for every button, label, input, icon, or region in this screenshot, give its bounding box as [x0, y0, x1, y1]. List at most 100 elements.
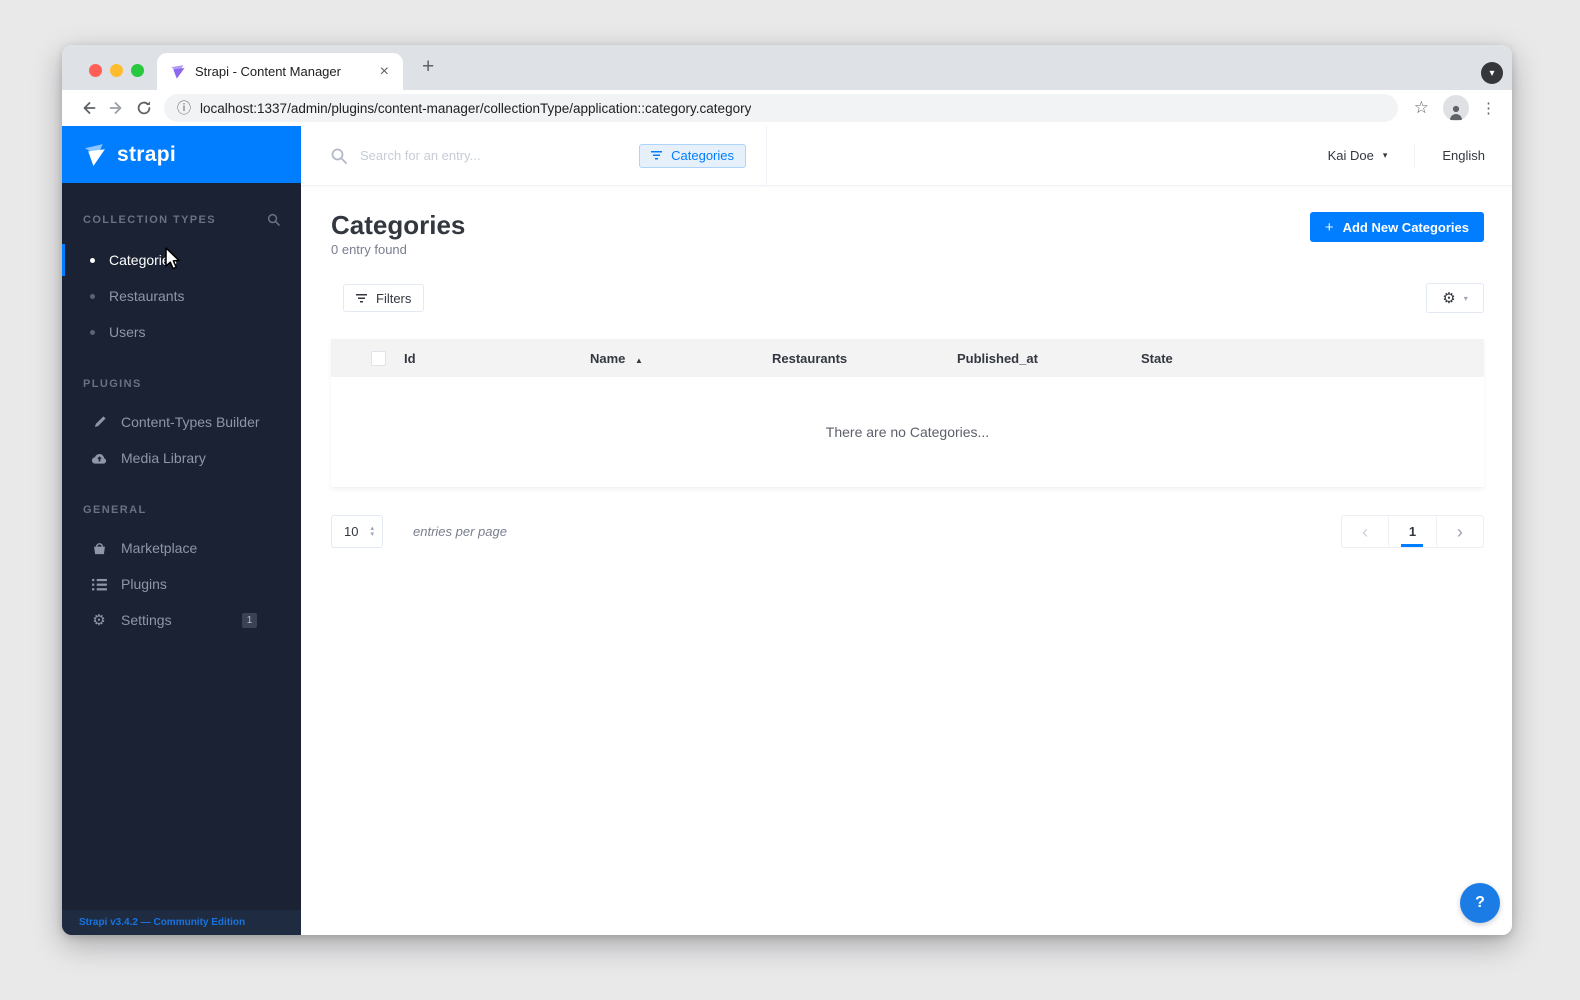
- help-button[interactable]: ?: [1460, 883, 1500, 923]
- sidebar-item-label: Users: [109, 324, 146, 340]
- table-body: There are no Categories...: [331, 377, 1484, 487]
- window-controls: [89, 64, 144, 77]
- sidebar-item-plugins[interactable]: Plugins: [62, 566, 301, 602]
- browser-window: Strapi - Content Manager × + ▾ ⓘ localho…: [62, 45, 1512, 935]
- sidebar-item-media-library[interactable]: Media Library: [62, 440, 301, 476]
- entries-per-page-select[interactable]: 10 ▴ ▾: [331, 515, 383, 548]
- sidebar-item-restaurants[interactable]: Restaurants: [62, 278, 301, 314]
- previous-page-button[interactable]: ‹: [1342, 516, 1388, 547]
- forward-arrow-icon: [109, 102, 121, 114]
- column-label: State: [1141, 350, 1173, 366]
- user-menu[interactable]: Kai Doe ▾: [1328, 148, 1388, 163]
- sidebar-item-label: Restaurants: [109, 288, 185, 304]
- zoom-window-button[interactable]: [131, 64, 144, 77]
- filter-icon: [651, 151, 663, 160]
- search-input[interactable]: [360, 148, 640, 163]
- section-title-label: COLLECTION TYPES: [83, 213, 217, 226]
- close-tab-icon[interactable]: ×: [378, 63, 391, 80]
- back-button[interactable]: [74, 94, 102, 122]
- browser-tab[interactable]: Strapi - Content Manager ×: [157, 53, 403, 90]
- sidebar-item-marketplace[interactable]: Marketplace: [62, 530, 301, 566]
- sidebar-item-users[interactable]: Users: [62, 314, 301, 350]
- stepper-icon[interactable]: ▴ ▾: [370, 525, 374, 538]
- language-selector[interactable]: English: [1442, 148, 1485, 163]
- filters-button[interactable]: Filters: [343, 284, 425, 312]
- add-new-categories-button[interactable]: + Add New Categories: [1309, 212, 1484, 242]
- column-header-name[interactable]: Name ▲: [590, 351, 772, 366]
- gear-icon: ⚙: [92, 612, 106, 629]
- reload-icon: [137, 101, 151, 115]
- strapi-logo-icon: [85, 144, 105, 166]
- bullet-icon: [90, 293, 95, 299]
- entry-count: 0 entry found: [331, 242, 407, 257]
- current-page-number: 1: [1408, 524, 1417, 539]
- entries-per-page-label: entries per page: [413, 524, 507, 539]
- search-zone: Categories: [301, 126, 767, 185]
- column-header-id[interactable]: Id: [404, 351, 590, 366]
- sort-asc-icon: ▲: [635, 355, 643, 365]
- table-settings-button[interactable]: ⚙ ▾: [1426, 283, 1484, 313]
- filters-label: Filters: [376, 290, 412, 306]
- per-page-controls: 10 ▴ ▾ entries per page: [331, 515, 507, 548]
- select-all-checkbox[interactable]: [371, 350, 386, 366]
- add-button-label: Add New Categories: [1342, 219, 1469, 235]
- bookmark-star-icon[interactable]: ☆: [1408, 98, 1435, 118]
- topbar-right: Kai Doe ▾ English: [1328, 142, 1512, 169]
- topbar-divider: [1414, 142, 1416, 169]
- column-label: Published_at: [957, 350, 1038, 366]
- url-text: localhost:1337/admin/plugins/content-man…: [200, 100, 752, 116]
- column-header-restaurants[interactable]: Restaurants: [772, 351, 957, 366]
- minimize-window-button[interactable]: [110, 64, 123, 77]
- strapi-logo[interactable]: strapi: [62, 126, 301, 183]
- browser-tab-strip: Strapi - Content Manager × + ▾: [62, 45, 1512, 90]
- column-header-published-at[interactable]: Published_at: [957, 351, 1141, 366]
- forward-button[interactable]: [102, 94, 130, 122]
- browser-toolbar: ⓘ localhost:1337/admin/plugins/content-m…: [62, 90, 1512, 126]
- app-topbar: Categories Kai Doe ▾ English: [301, 126, 1512, 186]
- strapi-favicon-icon: [171, 65, 185, 79]
- strapi-logo-text: strapi: [117, 142, 176, 166]
- per-page-value: 10: [344, 524, 359, 539]
- reload-button[interactable]: [130, 94, 158, 122]
- page-info-icon[interactable]: ⓘ: [177, 98, 191, 118]
- next-page-button[interactable]: ›: [1435, 516, 1483, 547]
- search-icon[interactable]: [267, 213, 280, 226]
- column-label: Restaurants: [772, 350, 848, 366]
- search-icon: [331, 148, 347, 164]
- sidebar-item-label: Categories: [109, 252, 177, 268]
- list-icon: [90, 578, 108, 591]
- chip-label: Categories: [671, 148, 734, 163]
- chevron-left-icon: ‹: [1362, 521, 1369, 542]
- main-area: Categories Kai Doe ▾ English Categories: [301, 126, 1512, 935]
- gear-icon: ⚙: [1442, 289, 1456, 307]
- empty-state-message: There are no Categories...: [825, 424, 990, 440]
- bullet-icon: [90, 257, 95, 263]
- cloud-upload-icon: [90, 451, 108, 465]
- pagination: ‹ 1 ›: [1341, 515, 1484, 548]
- chevron-down-icon: ▾: [1489, 67, 1495, 79]
- select-all-cell: [331, 350, 404, 366]
- section-general: GENERAL: [83, 504, 280, 516]
- chevron-right-icon: ›: [1456, 521, 1463, 542]
- person-icon: [1450, 105, 1462, 120]
- collection-filter-chip[interactable]: Categories: [639, 143, 746, 168]
- sidebar-item-categories[interactable]: Categories: [62, 242, 301, 278]
- column-header-state[interactable]: State: [1141, 351, 1484, 366]
- url-bar[interactable]: ⓘ localhost:1337/admin/plugins/content-m…: [164, 94, 1398, 122]
- paint-brush-icon: [90, 415, 108, 430]
- user-name: Kai Doe: [1327, 148, 1374, 163]
- sidebar-item-content-types-builder[interactable]: Content-Types Builder: [62, 404, 301, 440]
- strapi-app: strapi COLLECTION TYPES Categories Resta…: [62, 126, 1512, 935]
- new-tab-button[interactable]: +: [422, 55, 434, 79]
- section-collection-types: COLLECTION TYPES: [83, 213, 280, 226]
- close-window-button[interactable]: [89, 64, 102, 77]
- version-label: Strapi v3.4.2 — Community Edition: [79, 917, 246, 928]
- sidebar-item-settings[interactable]: ⚙ Settings 1: [62, 602, 301, 638]
- browser-profile-avatar[interactable]: [1443, 95, 1469, 121]
- sidebar-footer-version[interactable]: Strapi v3.4.2 — Community Edition: [62, 910, 301, 935]
- section-plugins: PLUGINS: [83, 378, 280, 390]
- page-number-button[interactable]: 1: [1388, 516, 1435, 547]
- stepper-down-icon: ▾: [370, 530, 374, 538]
- tab-search-button[interactable]: ▾: [1481, 62, 1503, 84]
- browser-menu-icon[interactable]: ⋮: [1477, 99, 1500, 117]
